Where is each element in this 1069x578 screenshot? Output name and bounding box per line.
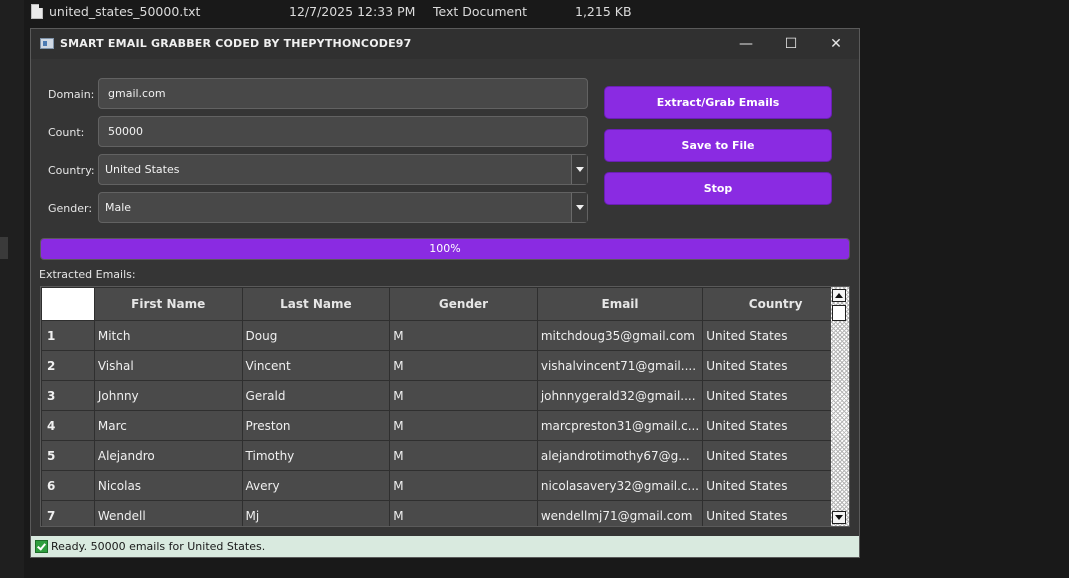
- row-number[interactable]: 1: [41, 320, 95, 351]
- table-row[interactable]: 6 Nicolas Avery M nicolasavery32@gmail.c…: [41, 470, 849, 501]
- text-file-icon: [31, 4, 43, 19]
- stop-button[interactable]: Stop: [604, 172, 832, 205]
- cell-last-name[interactable]: Vincent: [241, 350, 391, 381]
- maximize-button[interactable]: ☐: [768, 29, 814, 59]
- cell-gender[interactable]: M: [389, 380, 538, 411]
- cell-first-name[interactable]: Marc: [93, 410, 243, 441]
- scroll-up-icon[interactable]: [832, 289, 846, 302]
- emails-table: First Name Last Name Gender Email Countr…: [40, 286, 850, 527]
- country-select[interactable]: United States: [98, 154, 588, 185]
- cell-first-name[interactable]: Vishal: [93, 350, 243, 381]
- cell-last-name[interactable]: Avery: [241, 470, 391, 501]
- count-label: Count:: [48, 126, 85, 139]
- background-sidebar: [0, 0, 24, 578]
- country-value: United States: [105, 163, 180, 176]
- scroll-down-icon[interactable]: [832, 511, 846, 524]
- table-scrollbar[interactable]: [831, 287, 849, 526]
- cell-first-name[interactable]: Alejandro: [93, 440, 243, 471]
- row-number[interactable]: 2: [41, 350, 95, 381]
- count-input[interactable]: [98, 116, 588, 147]
- cell-email[interactable]: mitchdoug35@gmail.com: [536, 320, 704, 351]
- domain-input[interactable]: [98, 78, 588, 109]
- table-row[interactable]: 5 Alejandro Timothy M alejandrotimothy67…: [41, 440, 849, 471]
- cell-email[interactable]: wendellmj71@gmail.com: [536, 500, 704, 526]
- app-icon: [40, 38, 54, 49]
- table-row[interactable]: 1 Mitch Doug M mitchdoug35@gmail.com Uni…: [41, 320, 849, 351]
- app-window: SMART EMAIL GRABBER CODED BY THEPYTHONCO…: [30, 28, 860, 558]
- cell-country[interactable]: United States: [702, 380, 849, 411]
- gender-label: Gender:: [48, 202, 93, 215]
- table-corner-button[interactable]: [41, 287, 95, 321]
- cell-gender[interactable]: M: [389, 440, 538, 471]
- table-header-row: First Name Last Name Gender Email Countr…: [41, 287, 849, 321]
- scrollbar-thumb[interactable]: [832, 305, 846, 321]
- cell-email[interactable]: marcpreston31@gmail.c...: [536, 410, 704, 441]
- file-size: 1,215 KB: [575, 4, 632, 19]
- cell-email[interactable]: alejandrotimothy67@g...: [536, 440, 704, 471]
- progress-text: 100%: [429, 242, 461, 255]
- header-first-name[interactable]: First Name: [93, 287, 243, 321]
- cell-last-name[interactable]: Timothy: [241, 440, 391, 471]
- status-text: Ready. 50000 emails for United States.: [51, 540, 266, 553]
- header-country[interactable]: Country: [702, 287, 849, 321]
- cell-last-name[interactable]: Mj: [241, 500, 391, 526]
- cell-gender[interactable]: M: [389, 320, 538, 351]
- country-label: Country:: [48, 164, 95, 177]
- cell-last-name[interactable]: Doug: [241, 320, 391, 351]
- header-gender[interactable]: Gender: [389, 287, 538, 321]
- status-bar: Ready. 50000 emails for United States.: [31, 536, 859, 557]
- table-row[interactable]: 4 Marc Preston M marcpreston31@gmail.c..…: [41, 410, 849, 441]
- file-date: 12/7/2025 12:33 PM: [289, 4, 416, 19]
- row-number[interactable]: 4: [41, 410, 95, 441]
- extract-button[interactable]: Extract/Grab Emails: [604, 86, 832, 119]
- cell-country[interactable]: United States: [702, 470, 849, 501]
- cell-country[interactable]: United States: [702, 410, 849, 441]
- gender-select[interactable]: Male: [98, 192, 588, 223]
- file-name: united_states_50000.txt: [49, 4, 201, 19]
- cell-first-name[interactable]: Johnny: [93, 380, 243, 411]
- cell-email[interactable]: nicolasavery32@gmail.c...: [536, 470, 704, 501]
- gender-value: Male: [105, 201, 132, 214]
- cell-country[interactable]: United States: [702, 440, 849, 471]
- row-number[interactable]: 5: [41, 440, 95, 471]
- table-row[interactable]: 3 Johnny Gerald M johnnygerald32@gmail..…: [41, 380, 849, 411]
- window-title: SMART EMAIL GRABBER CODED BY THEPYTHONCO…: [60, 37, 412, 50]
- background-file-row[interactable]: united_states_50000.txt 12/7/2025 12:33 …: [0, 0, 1069, 26]
- progress-bar: 100%: [40, 238, 850, 260]
- title-bar[interactable]: SMART EMAIL GRABBER CODED BY THEPYTHONCO…: [31, 29, 859, 59]
- cell-country[interactable]: United States: [702, 320, 849, 351]
- row-number[interactable]: 6: [41, 470, 95, 501]
- minimize-button[interactable]: —: [723, 29, 769, 59]
- file-type: Text Document: [433, 4, 528, 19]
- domain-label: Domain:: [48, 88, 95, 101]
- cell-gender[interactable]: M: [389, 350, 538, 381]
- row-number[interactable]: 7: [41, 500, 95, 526]
- cell-email[interactable]: vishalvincent71@gmail....: [536, 350, 704, 381]
- close-button[interactable]: ✕: [813, 29, 859, 59]
- cell-email[interactable]: johnnygerald32@gmail....: [536, 380, 704, 411]
- cell-last-name[interactable]: Preston: [241, 410, 391, 441]
- cell-last-name[interactable]: Gerald: [241, 380, 391, 411]
- background-sidebar-marker: [0, 237, 8, 259]
- save-button[interactable]: Save to File: [604, 129, 832, 162]
- header-email[interactable]: Email: [536, 287, 704, 321]
- cell-country[interactable]: United States: [702, 500, 849, 526]
- chevron-down-icon[interactable]: [571, 193, 587, 222]
- cell-first-name[interactable]: Mitch: [93, 320, 243, 351]
- chevron-down-icon[interactable]: [571, 155, 587, 184]
- cell-gender[interactable]: M: [389, 500, 538, 526]
- row-number[interactable]: 3: [41, 380, 95, 411]
- table-row[interactable]: 2 Vishal Vincent M vishalvincent71@gmail…: [41, 350, 849, 381]
- cell-first-name[interactable]: Nicolas: [93, 470, 243, 501]
- header-last-name[interactable]: Last Name: [241, 287, 391, 321]
- cell-gender[interactable]: M: [389, 470, 538, 501]
- table-row[interactable]: 7 Wendell Mj M wendellmj71@gmail.com Uni…: [41, 500, 849, 526]
- cell-country[interactable]: United States: [702, 350, 849, 381]
- cell-first-name[interactable]: Wendell: [93, 500, 243, 526]
- check-icon: [35, 540, 48, 553]
- extracted-emails-label: Extracted Emails:: [39, 268, 136, 281]
- cell-gender[interactable]: M: [389, 410, 538, 441]
